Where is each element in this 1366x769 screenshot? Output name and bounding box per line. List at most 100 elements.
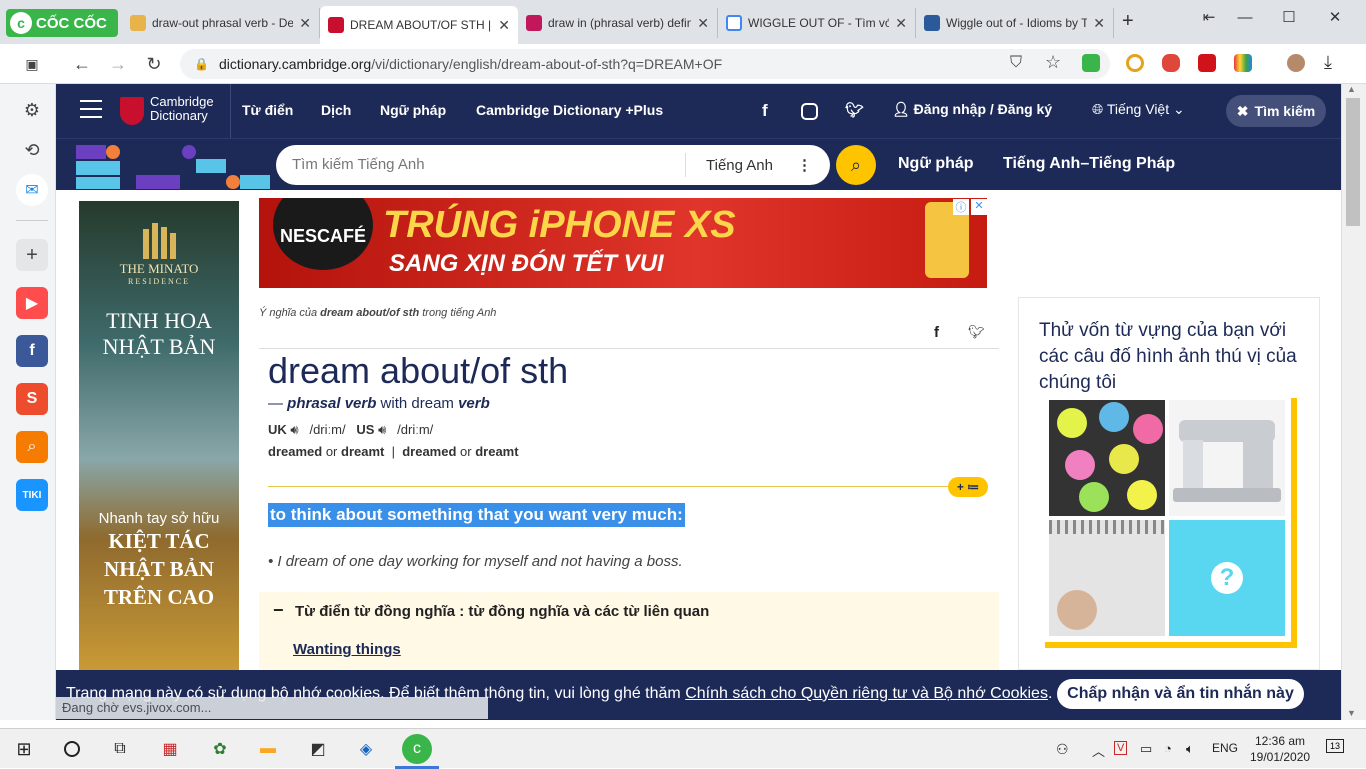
search-app-icon[interactable]: ⌕ [16, 431, 48, 463]
facebook-icon[interactable]: f [16, 335, 48, 367]
history-icon[interactable]: ⟲ [16, 134, 48, 166]
login-link[interactable]: 👤︎ Đăng nhập / Đăng ký [892, 101, 1052, 118]
uk-audio-speaker-icon[interactable]: 🔊︎ [290, 422, 298, 437]
nav-translate[interactable]: Dịch [321, 102, 351, 118]
cambridge-logo[interactable]: Cambridge Dictionary [150, 95, 214, 123]
search-language-select[interactable]: Tiếng Anh [686, 157, 773, 174]
close-tab-icon[interactable]: ✕ [299, 15, 311, 32]
link-en-fr[interactable]: Tiếng Anh–Tiếng Pháp [1003, 155, 1175, 173]
tab-1[interactable]: draw-out phrasal verb - De ✕ [122, 8, 320, 38]
instagram-icon[interactable] [801, 103, 818, 120]
add-to-wordlist-button[interactable]: + ≔ [948, 477, 988, 497]
share-facebook-icon[interactable]: f [934, 324, 939, 341]
quiz-image-sketch[interactable] [1049, 520, 1165, 636]
search-circle-icon[interactable] [60, 737, 84, 761]
close-tab-icon[interactable]: ✕ [1093, 15, 1105, 32]
notification-center-icon[interactable]: 13 [1326, 739, 1344, 753]
reload-button[interactable]: ↻ [142, 52, 166, 76]
wifi-icon[interactable]: ◔ [1164, 741, 1172, 756]
definition-text[interactable]: to think about something that you want v… [268, 503, 685, 527]
nescafe-ad-banner[interactable]: NESCAFÉ TRÚNG iPHONE XS SANG XỊN ĐÓN TẾT… [259, 198, 987, 288]
back-button[interactable]: ← [70, 52, 94, 76]
chrome-ext-icon[interactable] [1126, 54, 1144, 72]
link-grammar[interactable]: Ngữ pháp [898, 155, 974, 173]
close-tab-icon[interactable]: ✕ [697, 15, 709, 32]
dictionary-search-box[interactable]: Tìm kiếm Tiếng Anh Tiếng Anh ⋮ [276, 145, 830, 185]
minimize-button[interactable]: — [1230, 6, 1260, 28]
twitter-icon[interactable]: 🐦︎ [845, 101, 864, 119]
download-ext-icon[interactable] [1082, 54, 1100, 72]
search-input[interactable]: Tìm kiếm Tiếng Anh [276, 153, 686, 177]
scrollbar-thumb[interactable] [1346, 98, 1360, 226]
quiz-image-paints[interactable] [1049, 400, 1165, 516]
url-bar[interactable]: 🔒 dictionary.cambridge.org/vi/dictionary… [180, 49, 1110, 79]
minato-ad-banner[interactable]: THE MINATO RESIDENCE TINH HOA NHẬT BẢN N… [79, 201, 239, 670]
color-ext-icon[interactable] [1234, 54, 1252, 72]
volume-icon[interactable]: 🔈︎ [1186, 741, 1194, 757]
vertical-scrollbar[interactable]: ▲ ▼ [1341, 84, 1366, 720]
more-options-icon[interactable]: ⋮ [797, 156, 812, 174]
search-toggle-button[interactable]: ✖ Tìm kiếm [1226, 95, 1326, 127]
close-window-button[interactable]: ✕ [1320, 6, 1350, 28]
thesaurus-link[interactable]: Wanting things [293, 641, 401, 658]
app-icon-2[interactable]: ✿ [208, 737, 232, 761]
quiz-image-mystery[interactable]: ? [1169, 520, 1285, 636]
downloads-icon[interactable]: ⤓ [1324, 52, 1332, 73]
hamburger-menu-icon[interactable] [80, 100, 102, 118]
clock[interactable]: 12:36 am 19/01/2020 [1250, 733, 1310, 765]
tiki-icon[interactable]: TIKI [16, 479, 48, 511]
tab-5[interactable]: Wiggle out of - Idioms by T ✕ [916, 8, 1114, 38]
people-icon[interactable]: ⚇ [1056, 741, 1069, 758]
battery-icon[interactable]: ▭ [1140, 741, 1152, 757]
coccoc-menu-button[interactable]: c CỐC CỐC [6, 9, 118, 37]
coccoc-taskbar-icon[interactable]: c [402, 734, 432, 764]
app-icon-4[interactable]: ◈ [354, 737, 378, 761]
forward-button[interactable]: → [106, 52, 130, 76]
close-tab-icon[interactable]: ✕ [498, 17, 510, 34]
input-language[interactable]: ENG [1212, 741, 1238, 755]
search-submit-button[interactable]: ⌕ [836, 145, 876, 185]
language-selector[interactable]: 🌐︎ Tiếng Việt ⌄ [1092, 101, 1185, 118]
thesaurus-title[interactable]: Từ điển từ đồng nghĩa : từ đồng nghĩa và… [295, 603, 709, 620]
windows-start-icon[interactable]: ⊞ [12, 737, 36, 761]
bookmark-star-icon[interactable]: ☆ [1045, 52, 1061, 73]
nav-dictionary[interactable]: Từ điển [242, 102, 293, 118]
adblock-ext-icon[interactable] [1162, 54, 1180, 72]
privacy-policy-link[interactable]: Chính sách cho Quyền riêng tư và Bộ nhớ … [685, 685, 1048, 702]
scroll-up-arrow[interactable]: ▲ [1347, 84, 1356, 94]
accept-cookies-button[interactable]: Chấp nhận và ẩn tin nhắn này [1057, 679, 1304, 709]
facebook-icon[interactable]: f [762, 101, 768, 121]
us-audio-speaker-icon[interactable]: 🔊︎ [378, 422, 386, 437]
app-icon-3[interactable]: ◩ [306, 737, 330, 761]
quiz-prompt[interactable]: Thử vốn từ vựng của bạn với các câu đố h… [1039, 318, 1299, 396]
adchoices-icon[interactable]: ⓘ [953, 199, 969, 215]
share-twitter-icon[interactable]: 🐦︎ [968, 324, 985, 340]
sidebar-toggle-icon[interactable]: ▣ [20, 52, 44, 76]
nav-grammar[interactable]: Ngữ pháp [380, 102, 446, 118]
app-icon-1[interactable]: ▦ [158, 737, 182, 761]
youtube-icon[interactable]: ▶ [16, 287, 48, 319]
tray-expand-icon[interactable]: ︿ [1092, 741, 1105, 760]
tab-3[interactable]: draw in (phrasal verb) defin ✕ [518, 8, 718, 38]
messenger-icon[interactable]: ✉ [16, 174, 48, 206]
new-tab-button[interactable]: + [1122, 10, 1134, 33]
ad-close-icon[interactable]: ✕ [971, 199, 987, 215]
shopee-icon[interactable]: S [16, 383, 48, 415]
quiz-image-sewing-machine[interactable] [1169, 400, 1285, 516]
nav-plus[interactable]: Cambridge Dictionary +Plus [476, 102, 663, 118]
quiz-image-grid[interactable]: ? [1045, 398, 1297, 648]
maximize-button[interactable]: ☐ [1274, 6, 1304, 28]
add-app-icon[interactable]: + [16, 239, 48, 271]
task-view-icon[interactable]: ⧉ [108, 737, 132, 761]
unikey-icon[interactable]: V [1114, 741, 1128, 755]
file-explorer-icon[interactable]: ▬ [256, 737, 280, 761]
pdf-ext-icon[interactable] [1198, 54, 1216, 72]
tab-2-active[interactable]: DREAM ABOUT/OF STH | E ✕ [320, 6, 518, 44]
scroll-down-arrow[interactable]: ▼ [1347, 708, 1356, 718]
tab-4[interactable]: WIGGLE OUT OF - Tìm với C✕ [718, 8, 916, 38]
shield-icon[interactable]: ⛉ [1010, 54, 1022, 72]
settings-gear-icon[interactable]: ⚙ [16, 94, 48, 126]
profile-avatar[interactable] [1287, 54, 1305, 72]
collapse-icon[interactable]: − [273, 600, 284, 621]
close-tab-icon[interactable]: ✕ [895, 15, 907, 32]
